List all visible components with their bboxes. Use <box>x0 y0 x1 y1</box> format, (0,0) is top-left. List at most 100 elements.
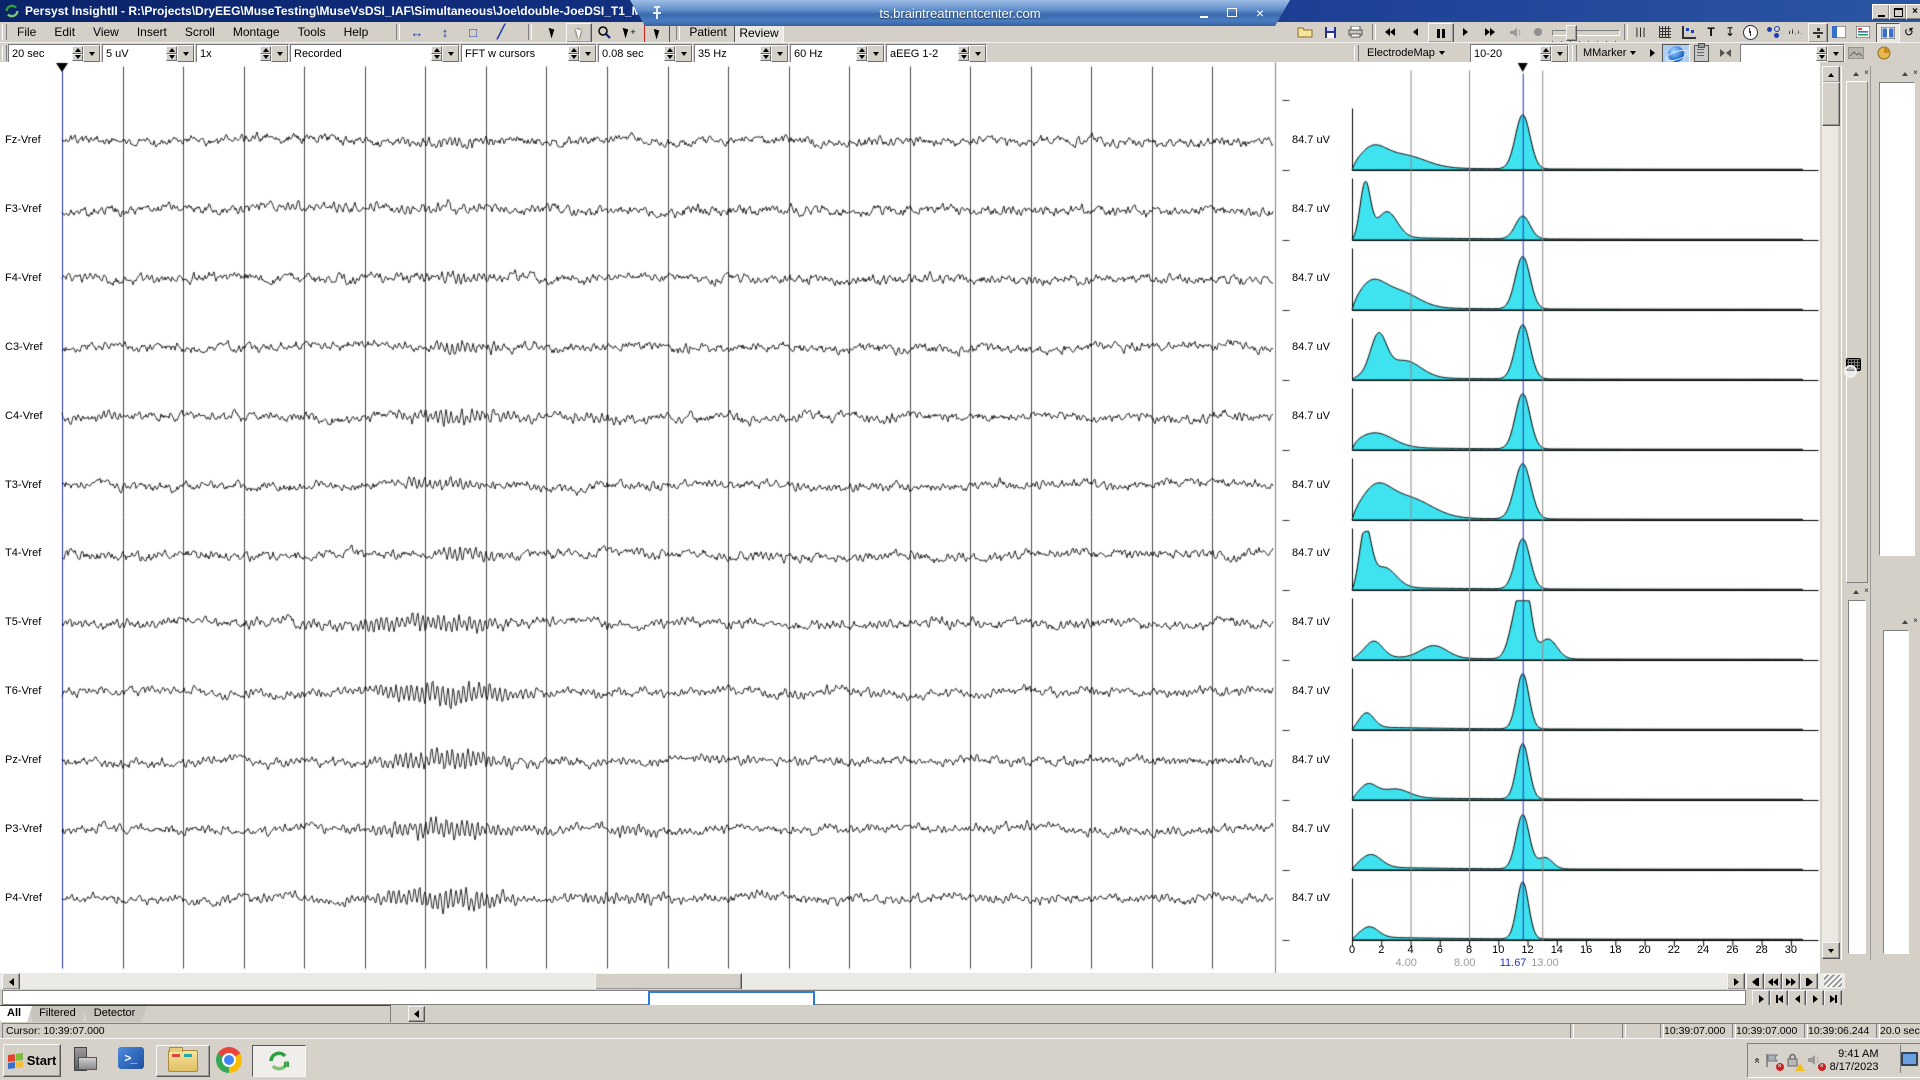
print-button[interactable] <box>1343 23 1367 41</box>
menu-view[interactable]: View <box>84 22 128 41</box>
fft-spectra-canvas[interactable] <box>1340 62 1820 973</box>
dropdown-arrow-icon[interactable] <box>83 45 100 62</box>
split-view-button[interactable] <box>1808 23 1828 43</box>
dropdown-arrow-icon[interactable] <box>177 45 194 62</box>
speed-slider-track[interactable] <box>1552 30 1620 36</box>
eeg-traces-canvas[interactable] <box>0 62 1340 973</box>
world-button[interactable] <box>1662 44 1690 64</box>
epoch-combo[interactable]: 20 sec <box>8 44 101 63</box>
remote-minimize-button[interactable] <box>1194 5 1214 20</box>
grid-view-button[interactable] <box>1654 23 1676 41</box>
speed-slider-thumb[interactable] <box>1566 25 1577 41</box>
dropdown-arrow-icon[interactable] <box>579 45 596 62</box>
sensitivity-combo[interactable]: 5 uV <box>102 44 195 63</box>
dropdown-arrow-icon[interactable] <box>867 45 884 62</box>
taskbar-chrome-icon[interactable] <box>216 1047 242 1073</box>
low-filter-combo[interactable]: 35 Hz <box>694 44 789 63</box>
electrode-map-menu[interactable]: ElectrodeMap <box>1364 45 1448 61</box>
pointer-tool-button[interactable] <box>540 23 564 41</box>
waveform-button[interactable] <box>1786 23 1806 41</box>
traces-view-button[interactable]: ||| <box>1630 23 1652 41</box>
dock-panel[interactable] <box>1879 82 1915 556</box>
fft-scrollbar[interactable] <box>1822 66 1838 958</box>
taskbar-explorer-button[interactable] <box>156 1045 210 1077</box>
tray-update-icon[interactable] <box>1786 1053 1802 1069</box>
low-filter-spinner[interactable] <box>760 46 771 61</box>
close-button[interactable]: × <box>1906 4 1920 20</box>
resize-grip[interactable] <box>1824 975 1842 987</box>
clipboard-button[interactable] <box>1690 44 1712 62</box>
report-panel-button[interactable] <box>1852 23 1874 41</box>
sensitivity-spinner[interactable] <box>166 46 177 61</box>
mmarker-play-button[interactable] <box>1644 45 1660 61</box>
menu-file[interactable]: File <box>8 22 45 41</box>
tab-filtered[interactable]: Filtered <box>28 1006 87 1022</box>
eeg-horizontal-scrollbar[interactable] <box>0 973 1845 989</box>
dropdown-arrow-icon[interactable] <box>442 45 459 62</box>
marker-select-combo[interactable] <box>1740 44 1845 63</box>
menu-help[interactable]: Help <box>335 22 378 41</box>
remote-restore-button[interactable] <box>1222 5 1242 20</box>
tab-scroll-left-button[interactable] <box>408 1006 425 1022</box>
taskbar-persyst-button[interactable] <box>252 1045 306 1077</box>
tray-network-flag-icon[interactable] <box>1765 1053 1781 1069</box>
scrollbar-thumb[interactable] <box>595 973 742 990</box>
review-button[interactable]: Review <box>734 23 784 43</box>
montage-spinner[interactable] <box>431 46 442 61</box>
show-desktop-button[interactable] <box>1900 1045 1918 1073</box>
dropdown-arrow-icon[interactable] <box>1827 45 1844 62</box>
tray-clock[interactable]: 9:41 AM 8/17/2023 <box>1830 1048 1879 1074</box>
rebar-handle[interactable] <box>2 45 7 61</box>
open-button[interactable] <box>1293 23 1317 41</box>
montage-combo[interactable]: Recorded <box>290 44 460 63</box>
audio-button[interactable] <box>1504 23 1526 41</box>
zoom-tool-button[interactable] <box>592 23 616 41</box>
epoch-spinner[interactable] <box>72 46 83 61</box>
dropdown-arrow-icon[interactable] <box>771 45 788 62</box>
tray-expand-chevron[interactable]: « <box>1751 1058 1762 1064</box>
menu-edit[interactable]: Edit <box>45 22 84 41</box>
notch-filter-combo[interactable]: 60 Hz <box>790 44 885 63</box>
time-constant-spinner[interactable] <box>664 46 675 61</box>
pause-button[interactable] <box>1428 23 1454 43</box>
scrollbar-thumb[interactable] <box>1822 82 1840 126</box>
dropdown-arrow-icon[interactable] <box>675 45 692 62</box>
rewind-button[interactable] <box>1378 23 1402 41</box>
electrode-map-spinner[interactable] <box>1540 46 1551 61</box>
page-forward-button[interactable] <box>1782 973 1800 990</box>
annotate-tool-button[interactable]: + <box>618 23 642 41</box>
analysis-spinner[interactable] <box>568 46 579 61</box>
fast-forward-button[interactable] <box>1478 23 1502 41</box>
table-panel-button[interactable] <box>1828 23 1850 41</box>
dropdown-arrow-icon[interactable] <box>271 45 288 62</box>
time-display-button[interactable] <box>1740 23 1760 41</box>
zoom-combo[interactable]: 1x <box>196 44 289 63</box>
close-icon[interactable]: × <box>1863 588 1870 595</box>
electrode-map-combo[interactable]: 10-20 <box>1470 44 1569 63</box>
pin-icon[interactable] <box>650 6 664 20</box>
select-tool-button[interactable] <box>566 23 592 43</box>
menu-montage[interactable]: Montage <box>224 22 289 41</box>
text-tool-button[interactable]: T <box>1702 23 1720 41</box>
marker-nav-button[interactable] <box>1714 44 1736 62</box>
start-button[interactable]: Start <box>3 1044 61 1077</box>
save-button[interactable] <box>1318 23 1342 41</box>
time-constant-combo[interactable]: 0.08 sec <box>598 44 693 63</box>
marker-spinner[interactable] <box>1816 46 1827 61</box>
rebar-handle[interactable] <box>2 24 7 40</box>
menu-scroll[interactable]: Scroll <box>176 22 224 41</box>
taskbar-powershell-icon[interactable] <box>118 1047 144 1069</box>
refresh-button[interactable]: ↺ <box>1900 23 1918 41</box>
page-back-button[interactable] <box>1764 973 1782 990</box>
minimize-button[interactable] <box>1872 4 1890 20</box>
go-end-button[interactable] <box>1800 973 1818 990</box>
overview-track[interactable] <box>2 990 1746 1005</box>
scroll-left-button[interactable] <box>2 973 20 990</box>
collapse-icon[interactable] <box>1853 590 1859 594</box>
aeeg-spinner[interactable] <box>958 46 969 61</box>
restore-button[interactable] <box>1889 4 1907 20</box>
tab-all[interactable]: All <box>0 1006 32 1022</box>
event-tool-button[interactable] <box>644 23 670 43</box>
collapse-icon[interactable] <box>1902 72 1908 76</box>
taskbar-computer-mgmt-icon[interactable] <box>72 1047 96 1071</box>
